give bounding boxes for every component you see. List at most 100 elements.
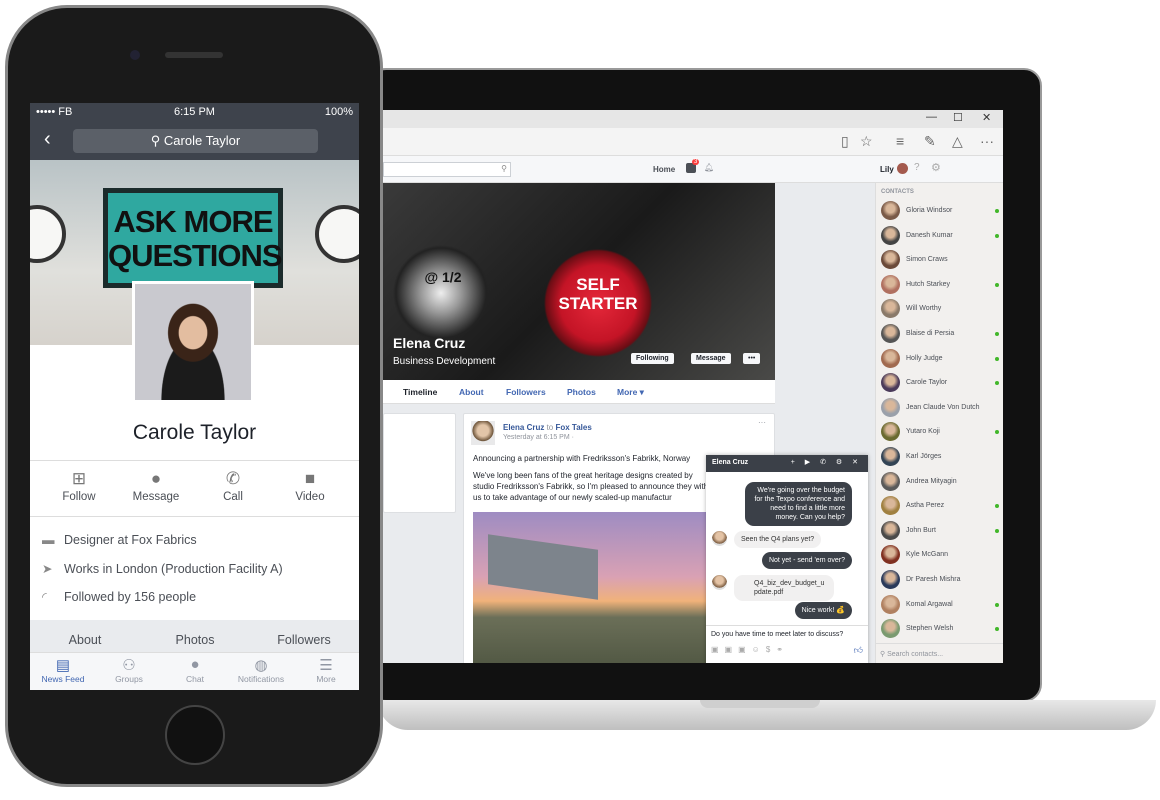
key-label: @ 1/2	[424, 269, 462, 285]
chat-message-out: Not yet - send 'em over?	[761, 552, 852, 569]
hub-icon[interactable]: ≡	[896, 133, 904, 149]
tab-timeline[interactable]: Timeline	[403, 387, 437, 397]
search-contacts-input[interactable]: ⚲ Search contacts...	[876, 643, 1003, 663]
contact-item[interactable]: Kyle McGann	[881, 545, 999, 567]
search-input[interactable]: ⚲	[383, 162, 511, 177]
menu-icon: ☰	[319, 657, 333, 674]
follow-icon: ⊞	[71, 469, 87, 488]
more-icon[interactable]: ···	[980, 133, 994, 149]
avatar	[881, 225, 900, 245]
contact-name: Carole Taylor	[906, 379, 948, 387]
minimize-button[interactable]: —	[926, 111, 937, 123]
contact-name: Gloria Windsor	[906, 207, 953, 214]
contact-item[interactable]: Yutaro Koji	[881, 422, 999, 444]
tab-notifications[interactable]: ◍ Notifications	[228, 656, 294, 684]
fb-header: ⚲ Home 3 🔔︎ Lily ? ⚙	[383, 156, 1003, 183]
follow-button[interactable]: ⊞ Follow	[44, 469, 114, 503]
share-icon[interactable]: △	[952, 133, 963, 150]
search-input[interactable]: ⚲ Carole Taylor	[73, 129, 318, 153]
contact-item[interactable]: Danesh Kumar	[881, 225, 999, 248]
nav-bar: ‹ ⚲ Carole Taylor	[30, 122, 359, 160]
like-icon[interactable]: 👍︎	[854, 645, 863, 656]
help-icon[interactable]: ?	[914, 162, 920, 173]
message-button[interactable]: Message	[691, 353, 731, 364]
avatar[interactable]	[897, 163, 908, 174]
info-followers[interactable]: ◜ Followed by 156 people	[42, 589, 196, 604]
file-attachment[interactable]: Q4_biz_dev_budget_update.pdf	[734, 575, 834, 601]
avatar	[881, 447, 900, 466]
info-text: Works in London (Production Facility A)	[64, 562, 283, 576]
star-icon[interactable]: ☆	[860, 133, 873, 150]
contact-item[interactable]: Blaise di Persia	[881, 324, 999, 346]
tab-followers[interactable]: Followers	[506, 387, 546, 397]
profile-photo[interactable]	[132, 281, 254, 403]
post-menu-icon[interactable]: ···	[758, 418, 766, 427]
contact-item[interactable]: Will Worthy	[881, 299, 999, 321]
group-link[interactable]: Fox Tales	[555, 423, 591, 432]
contact-item[interactable]: Hutch Starkey	[881, 274, 999, 297]
tab-photos[interactable]: Photos	[140, 633, 250, 647]
bell-icon[interactable]: 🔔︎	[704, 163, 714, 172]
call-button[interactable]: ✆ Call	[198, 469, 268, 503]
globe-icon: ◍	[254, 657, 268, 674]
home-button[interactable]	[165, 705, 225, 765]
contact-name: Astha Perez	[906, 502, 945, 510]
chat-controls[interactable]: + ▶ ✆ ⚙ ✕	[791, 458, 862, 466]
online-status-icon	[995, 209, 999, 213]
tab-more[interactable]: More ▾	[617, 387, 644, 398]
info-location: ➤ Works in London (Production Facility A)	[42, 561, 283, 576]
video-button[interactable]: ■ Video	[275, 469, 345, 503]
more-button[interactable]: •••	[743, 353, 761, 364]
contact-item[interactable]: Andrea Mityagin	[881, 471, 999, 494]
groups-icon: ⚇	[122, 657, 136, 674]
chat-tools-icons[interactable]: ▣▣▣☺$⚭	[711, 645, 789, 654]
avatar	[881, 373, 900, 393]
contact-item[interactable]: Holly Judge	[881, 348, 999, 371]
contact-item[interactable]: Karl Jörges	[881, 447, 999, 469]
label: Video	[295, 491, 325, 503]
contact-item[interactable]: Komal Argawal	[881, 594, 999, 617]
contact-name: Dr Paresh Mishra	[906, 576, 961, 583]
user-name[interactable]: Lily	[880, 165, 894, 174]
contact-name: Kyle McGann	[906, 551, 949, 559]
tab-news-feed[interactable]: ▤ News Feed	[30, 656, 96, 684]
bottom-tab-bar: ▤ News Feed ⚇ Groups ● Chat ◍ Notifications …	[30, 652, 359, 690]
tab-followers[interactable]: Followers	[249, 633, 359, 647]
message-button[interactable]: ● Message	[121, 469, 191, 503]
tab-more[interactable]: ☰ More	[293, 656, 359, 684]
gear-icon[interactable]: ⚙	[931, 161, 941, 174]
news-feed-icon: ▤	[55, 657, 71, 674]
contact-item[interactable]: Simon Craws	[881, 250, 999, 272]
contact-item[interactable]: Stephen Welsh	[881, 619, 999, 641]
contact-item[interactable]: Astha Perez	[881, 496, 999, 518]
note-icon[interactable]: ✎	[924, 133, 936, 150]
post-timestamp[interactable]: Yesterday at 6:15 PM ·	[503, 434, 574, 441]
tab-groups[interactable]: ⚇ Groups	[96, 656, 162, 684]
tab-chat[interactable]: ● Chat	[162, 656, 228, 684]
home-link[interactable]: Home	[653, 165, 675, 174]
maximize-button[interactable]: ☐	[953, 111, 963, 124]
back-icon[interactable]: ‹	[44, 128, 51, 151]
chat-input[interactable]: Do you have time to meet later to discus…	[711, 631, 843, 638]
avatar	[881, 324, 900, 343]
contact-name: Simon Craws	[906, 256, 948, 264]
tab-about[interactable]: About	[459, 387, 484, 397]
following-button[interactable]: Following	[631, 353, 674, 364]
reading-view-icon[interactable]: ▯	[841, 133, 849, 150]
label: Message	[132, 491, 180, 503]
tab-about[interactable]: About	[30, 633, 140, 647]
avatar	[712, 575, 727, 590]
contact-name: Hutch Starkey	[906, 280, 950, 288]
cover-photo: SELF STARTER @ 1/2 Elena Cruz Business D…	[383, 183, 775, 380]
avatar	[881, 348, 900, 368]
contact-item[interactable]: Gloria Windsor	[881, 201, 999, 223]
contact-item[interactable]: Carole Taylor	[881, 373, 999, 395]
contact-item[interactable]: Dr Paresh Mishra	[881, 570, 999, 592]
contact-item[interactable]: John Burt	[881, 520, 999, 543]
contact-item[interactable]: Jean Claude Von Dutch	[881, 397, 999, 420]
chat-header[interactable]: Elena Cruz + ▶ ✆ ⚙ ✕	[706, 455, 868, 472]
tab-photos[interactable]: Photos	[567, 387, 596, 397]
phone-screen: ••••• FB 6:15 PM 100% ‹ ⚲ Carole Taylor …	[30, 103, 359, 690]
author-link[interactable]: Elena Cruz	[503, 423, 544, 432]
close-button[interactable]: ✕	[982, 111, 991, 124]
